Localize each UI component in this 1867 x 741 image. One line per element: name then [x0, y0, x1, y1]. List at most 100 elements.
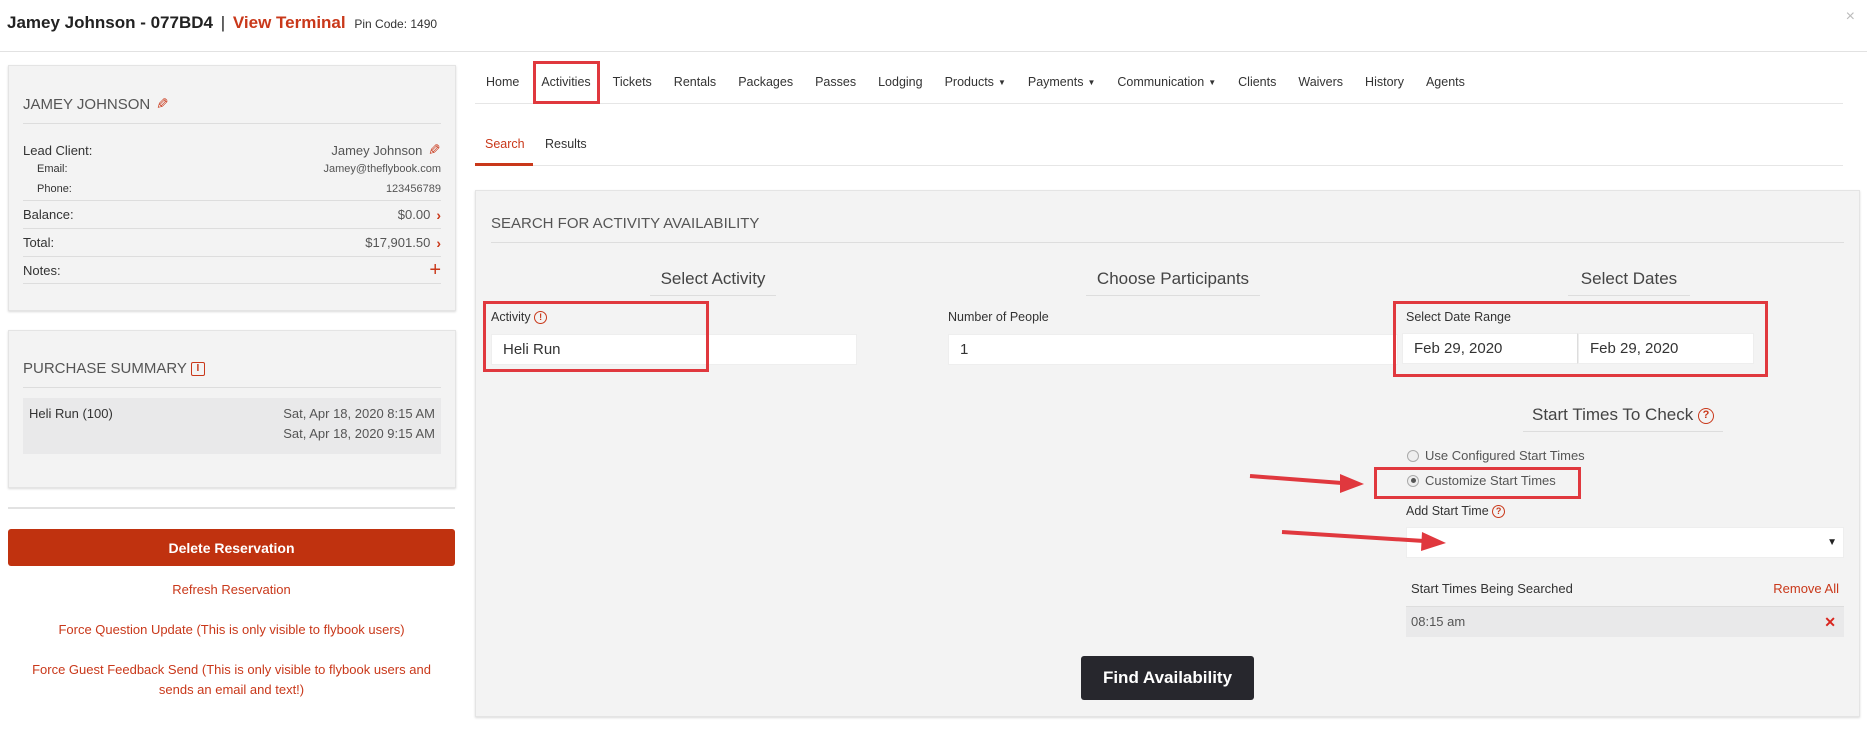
- search-heading: SEARCH FOR ACTIVITY AVAILABILITY: [491, 215, 1844, 243]
- people-input[interactable]: 1: [948, 334, 1398, 365]
- lead-client-value: Jamey Johnson ✎: [331, 141, 441, 159]
- nav-passes[interactable]: Passes: [804, 75, 867, 89]
- date-from-input[interactable]: Feb 29, 2020: [1402, 333, 1578, 364]
- nav-home[interactable]: Home: [475, 75, 530, 89]
- times-being-searched-label: Start Times Being Searched: [1411, 581, 1573, 596]
- activity-input[interactable]: Heli Run: [491, 334, 857, 365]
- purchase-summary-title: PURCHASE SUMMARY: [23, 360, 187, 377]
- total-label: Total:: [23, 235, 55, 250]
- nav-packages[interactable]: Packages: [727, 75, 804, 89]
- date-to-input[interactable]: Feb 29, 2020: [1578, 333, 1754, 364]
- title-separator: |: [220, 13, 226, 32]
- edit-pencil-icon[interactable]: ✎: [156, 95, 169, 113]
- remove-time-icon[interactable]: ✕: [1824, 607, 1836, 637]
- client-heading: JAMEY JOHNSON ✎: [23, 95, 441, 124]
- email-label: Email:: [37, 163, 68, 175]
- summary-item-name: Heli Run (100): [29, 406, 113, 421]
- caret-down-icon: ▼: [1827, 537, 1837, 548]
- start-times-title: Start Times To Check ?: [1523, 405, 1723, 432]
- nav-agents[interactable]: Agents: [1415, 75, 1476, 89]
- search-panel: SEARCH FOR ACTIVITY AVAILABILITY Select …: [475, 190, 1860, 717]
- notes-row: Notes: +: [23, 256, 441, 284]
- purchase-summary-panel: PURCHASE SUMMARY i Heli Run (100) Sat, A…: [8, 330, 456, 488]
- find-availability-button[interactable]: Find Availability: [1081, 656, 1254, 700]
- client-name-heading: JAMEY JOHNSON: [23, 95, 151, 113]
- page-title: Jamey Johnson - 077BD4 | View Terminal P…: [7, 13, 437, 33]
- customize-start-times-label: Customize Start Times: [1425, 473, 1556, 488]
- activity-label-text: Activity: [491, 310, 531, 324]
- nav-payments[interactable]: Payments ▼: [1017, 75, 1107, 89]
- edit-lead-client-pencil-icon[interactable]: ✎: [428, 141, 441, 159]
- people-label: Number of People: [948, 310, 1049, 324]
- force-guest-feedback-line-2: sends an email and text!): [158, 682, 305, 697]
- help-circle-icon[interactable]: ?: [1492, 505, 1506, 519]
- lead-client-name[interactable]: Jamey Johnson: [331, 143, 422, 158]
- radio-button-selected[interactable]: [1407, 474, 1419, 487]
- force-guest-feedback-link[interactable]: Force Guest Feedback Send (This is only …: [8, 660, 455, 700]
- nav-tickets[interactable]: Tickets: [602, 75, 663, 89]
- use-configured-radio[interactable]: Use Configured Start Times: [1407, 448, 1585, 463]
- help-circle-icon[interactable]: ?: [1697, 407, 1714, 424]
- total-amount: $17,901.50: [365, 235, 431, 250]
- nav-products-label: Products: [944, 74, 994, 89]
- delete-reservation-button[interactable]: Delete Reservation: [8, 529, 455, 566]
- add-start-time-label: Add Start Time ?: [1406, 504, 1506, 519]
- balance-amount: $0.00: [397, 207, 431, 222]
- tab-search[interactable]: Search: [485, 137, 525, 151]
- tab-results[interactable]: Results: [545, 137, 587, 151]
- nav-communication[interactable]: Communication ▼: [1106, 75, 1227, 89]
- add-note-plus-icon[interactable]: +: [429, 260, 441, 280]
- summary-item-time-start: Sat, Apr 18, 2020 8:15 AM: [283, 406, 435, 421]
- summary-item-time-end: Sat, Apr 18, 2020 9:15 AM: [283, 426, 435, 441]
- nav-waivers[interactable]: Waivers: [1287, 75, 1354, 89]
- force-question-update-link[interactable]: Force Question Update (This is only visi…: [8, 620, 455, 640]
- nav-activities[interactable]: Activities: [530, 75, 601, 89]
- lead-client-row: Lead Client: Jamey Johnson ✎: [23, 141, 441, 159]
- chevron-right-icon[interactable]: ›: [436, 235, 441, 251]
- customize-start-times-radio[interactable]: Customize Start Times: [1407, 473, 1556, 488]
- nav-rentals[interactable]: Rentals: [663, 75, 727, 89]
- total-row[interactable]: Total: $17,901.50 ›: [23, 228, 441, 256]
- nav-communication-label: Communication: [1117, 74, 1205, 89]
- activity-label: Activity !: [491, 310, 548, 325]
- remove-all-link[interactable]: Remove All: [1773, 581, 1839, 596]
- balance-label: Balance:: [23, 207, 74, 222]
- phone-row: Phone: 123456789: [23, 183, 441, 200]
- refresh-reservation-link[interactable]: Refresh Reservation: [8, 580, 455, 600]
- reservation-name: Jamey Johnson - 077BD4: [7, 13, 213, 32]
- add-start-time-text: Add Start Time: [1406, 504, 1489, 518]
- summary-item: Heli Run (100) Sat, Apr 18, 2020 8:15 AM…: [23, 398, 441, 454]
- caret-down-icon: ▼: [1208, 77, 1217, 87]
- chevron-right-icon[interactable]: ›: [436, 207, 441, 223]
- nav-history[interactable]: History: [1354, 75, 1415, 89]
- divider: [8, 507, 455, 509]
- select-activity-title: Select Activity: [650, 269, 776, 296]
- balance-row[interactable]: Balance: $0.00 ›: [23, 200, 441, 228]
- phone-label: Phone:: [37, 183, 72, 195]
- info-icon[interactable]: i: [190, 361, 205, 376]
- purchase-summary-heading: PURCHASE SUMMARY i: [23, 360, 441, 388]
- use-configured-label: Use Configured Start Times: [1425, 448, 1585, 463]
- caret-down-icon: ▼: [1087, 77, 1096, 87]
- nav-clients[interactable]: Clients: [1227, 75, 1287, 89]
- radio-button[interactable]: [1407, 449, 1419, 462]
- email-value: Jamey@theflybook.com: [323, 163, 441, 175]
- view-terminal-link[interactable]: View Terminal: [233, 13, 346, 32]
- balance-value: $0.00 ›: [398, 207, 441, 223]
- start-time-value: 08:15 am: [1411, 614, 1466, 629]
- add-start-time-select[interactable]: ▼: [1406, 527, 1844, 558]
- nav-products[interactable]: Products ▼: [934, 75, 1017, 89]
- top-bar: Jamey Johnson - 077BD4 | View Terminal P…: [0, 0, 1867, 52]
- alert-circle-icon[interactable]: !: [534, 311, 548, 325]
- nav-lodging[interactable]: Lodging: [867, 75, 934, 89]
- pin-code: Pin Code: 1490: [354, 17, 438, 31]
- start-time-row: 08:15 am ✕: [1406, 606, 1844, 637]
- nav-payments-label: Payments: [1027, 74, 1084, 89]
- main-nav: Home Activities Tickets Rentals Packages…: [475, 60, 1843, 104]
- email-row: Email: Jamey@theflybook.com: [23, 163, 441, 175]
- sub-tabs: Search Results: [475, 132, 1843, 166]
- lead-client-label: Lead Client:: [23, 142, 93, 158]
- close-icon[interactable]: ×: [1846, 8, 1855, 26]
- caret-down-icon: ▼: [997, 77, 1006, 87]
- force-guest-feedback-line-1: Force Guest Feedback Send (This is only …: [32, 662, 431, 677]
